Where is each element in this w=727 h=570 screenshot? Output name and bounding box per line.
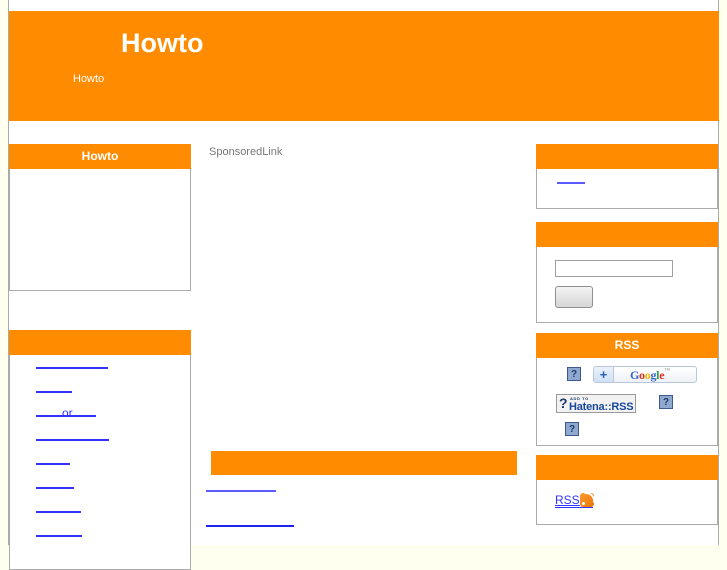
rss-feed-link-label: RSS	[555, 493, 580, 507]
rss-badge-row: ? + Google™	[537, 366, 717, 388]
hatena-rss-label: Hatena::RSS	[569, 401, 634, 413]
sidebar-box-feed-title	[536, 455, 718, 480]
sidebar-nav-item	[10, 439, 190, 463]
page-root: Howto Howto Howto oror SponsoredLink	[0, 0, 727, 570]
sidebar-nav-item	[10, 463, 190, 487]
content-link[interactable]	[206, 525, 294, 527]
sidebar-box-rss-title: RSS	[536, 333, 718, 358]
sidebar-box-rss: RSS ? + Google™ ? ADD TO Hatena::RSS ? ?	[536, 333, 718, 446]
content-link[interactable]	[206, 490, 276, 492]
sidebar-nav-item	[10, 511, 190, 535]
add-to-hatena-rss-button[interactable]: ? ADD TO Hatena::RSS	[556, 394, 636, 413]
sidebar-link[interactable]	[557, 182, 585, 184]
sidebar-nav-link-visible-text[interactable]: or	[62, 406, 73, 420]
broken-image-icon[interactable]: ?	[565, 422, 579, 436]
sidebar-nav-item	[10, 367, 190, 391]
content-section-bar	[211, 451, 517, 475]
sidebar-box-links-title	[536, 144, 718, 169]
sidebar-nav-link[interactable]	[36, 535, 82, 537]
trademark-symbol: ™	[664, 368, 670, 374]
sidebar-nav-item: oror	[10, 406, 190, 439]
main-content: SponsoredLink	[200, 140, 525, 545]
rss-badge-row: ? ADD TO Hatena::RSS ?	[537, 394, 717, 416]
sidebar-nav-link[interactable]	[36, 367, 108, 369]
sidebar-box-links	[536, 144, 718, 209]
question-mark-icon: ?	[559, 395, 568, 411]
sidebar-box-profile-body	[9, 169, 191, 291]
search-submit-button[interactable]	[555, 286, 593, 308]
sidebar-box-navigation: oror	[9, 330, 191, 570]
sidebar-nav-link[interactable]	[36, 463, 70, 465]
sidebar-nav-link[interactable]	[36, 391, 72, 393]
add-to-google-button[interactable]: + Google™	[593, 366, 697, 383]
broken-image-icon[interactable]: ?	[567, 366, 581, 381]
sidebar-box-links-body	[536, 169, 718, 209]
sidebar-nav-item	[10, 391, 190, 415]
sidebar-box-search	[536, 222, 718, 323]
sidebar-nav-item	[10, 487, 190, 511]
rss-feed-link[interactable]: RSS	[555, 492, 595, 507]
sidebar-box-search-title	[536, 222, 718, 247]
sidebar-box-profile: Howto	[9, 144, 191, 291]
sidebar-box-feed-body: RSS	[536, 480, 718, 525]
sidebar-box-profile-title: Howto	[9, 144, 191, 169]
sidebar-box-navigation-title	[9, 330, 191, 355]
site-title: Howto	[121, 28, 204, 58]
broken-image-icon[interactable]: ?	[659, 395, 673, 409]
sidebar-nav-link[interactable]	[36, 487, 74, 489]
sidebar-box-search-body	[536, 247, 718, 323]
sidebar-box-rss-body: ? + Google™ ? ADD TO Hatena::RSS ? ?	[536, 358, 718, 446]
rss-badge-row: ?	[537, 422, 717, 444]
sponsored-link-label: SponsoredLink	[209, 146, 283, 158]
sidebar-nav-link[interactable]	[36, 439, 109, 441]
rss-link-underline	[555, 507, 593, 508]
google-wordmark: Google™	[630, 368, 670, 382]
sidebar-box-feed: RSS	[536, 455, 718, 525]
sidebar-nav-item	[10, 535, 190, 559]
plus-icon: +	[594, 367, 614, 382]
site-banner: Howto Howto	[9, 11, 719, 121]
site-subtitle: Howto	[73, 73, 105, 85]
sidebar-navigation-list: oror	[9, 355, 191, 570]
search-input[interactable]	[555, 260, 673, 277]
sidebar-nav-link[interactable]	[36, 511, 81, 513]
rss-feed-icon	[579, 492, 595, 507]
